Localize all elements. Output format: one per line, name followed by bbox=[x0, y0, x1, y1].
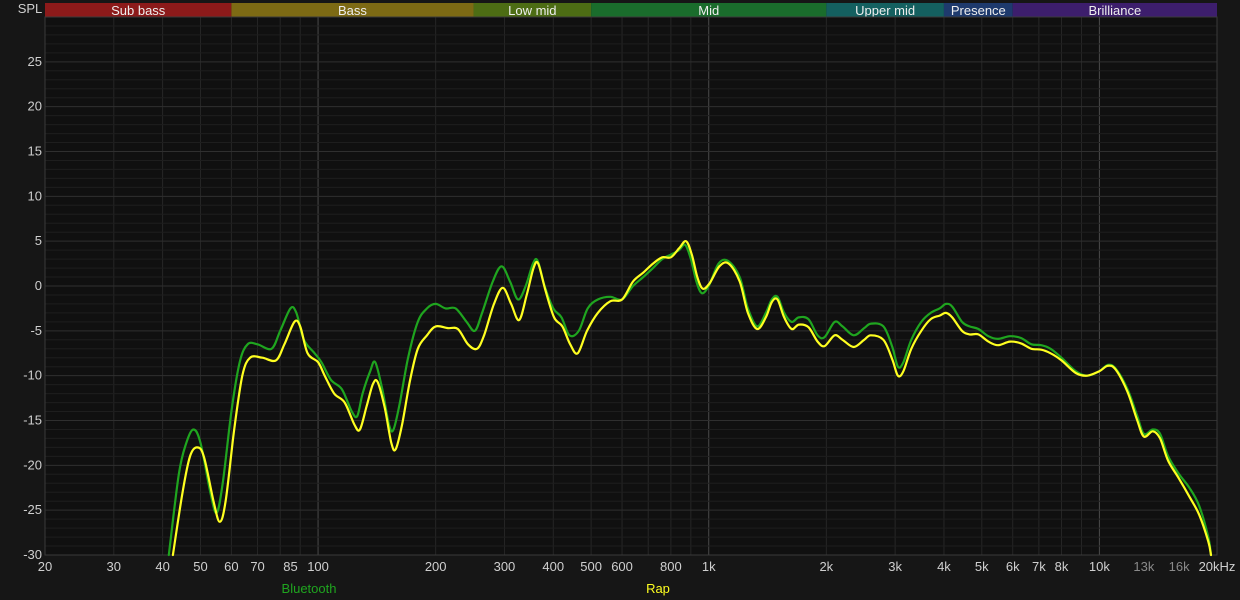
x-tick-label: 400 bbox=[542, 559, 564, 574]
y-tick-label: 10 bbox=[28, 188, 42, 203]
legend-series-rap[interactable]: Rap bbox=[646, 581, 670, 596]
y-axis-ticks: 2520151050-5-10-15-20-25-30 bbox=[23, 54, 42, 562]
x-tick-label: 600 bbox=[611, 559, 633, 574]
x-tick-label: 6k bbox=[1006, 559, 1020, 574]
x-tick-label: 70 bbox=[250, 559, 264, 574]
x-tick-label: 100 bbox=[307, 559, 329, 574]
x-tick-label: 13k bbox=[1133, 559, 1154, 574]
y-tick-label: 15 bbox=[28, 144, 42, 159]
y-tick-label: 25 bbox=[28, 54, 42, 69]
y-tick-label: -5 bbox=[30, 323, 42, 338]
frequency-bands: Sub bass Bass Low mid Mid Upper mid Presence B… bbox=[45, 3, 1217, 18]
y-tick-label: 5 bbox=[35, 233, 42, 248]
x-tick-label: 50 bbox=[193, 559, 207, 574]
x-tick-label: 7k bbox=[1032, 559, 1046, 574]
x-tick-label: 60 bbox=[224, 559, 238, 574]
x-tick-label: 3k bbox=[888, 559, 902, 574]
x-tick-label: 800 bbox=[660, 559, 682, 574]
x-tick-label: 30 bbox=[107, 559, 121, 574]
x-tick-label: 85 bbox=[283, 559, 297, 574]
band-label-upper-mid: Upper mid bbox=[855, 3, 915, 18]
y-tick-label: 0 bbox=[35, 278, 42, 293]
band-label-brilliance: Brilliance bbox=[1088, 3, 1141, 18]
x-tick-label: 16k bbox=[1169, 559, 1190, 574]
x-tick-label: 20 bbox=[38, 559, 52, 574]
band-label-low-mid: Low mid bbox=[508, 3, 556, 18]
x-axis-ticks: 20 30 40 50 60 70 85 100 200 300 400 500 600 800 1k 2k 3… bbox=[38, 559, 1236, 574]
x-tick-label: 500 bbox=[580, 559, 602, 574]
y-tick-label: 20 bbox=[28, 99, 42, 114]
y-tick-label: -25 bbox=[23, 502, 42, 517]
band-label-mid: Mid bbox=[698, 3, 719, 18]
band-label-bass: Bass bbox=[338, 3, 367, 18]
x-tick-label: 300 bbox=[494, 559, 516, 574]
x-tick-label: 200 bbox=[425, 559, 447, 574]
y-tick-label: -20 bbox=[23, 457, 42, 472]
x-tick-label: 40 bbox=[155, 559, 169, 574]
y-axis-label: SPL bbox=[18, 1, 43, 16]
legend-series-bluetooth[interactable]: Bluetooth bbox=[282, 581, 337, 596]
y-tick-label: -10 bbox=[23, 368, 42, 383]
x-tick-label: 4k bbox=[937, 559, 951, 574]
x-tick-label: 20kHz bbox=[1199, 559, 1236, 574]
x-tick-label: 1k bbox=[702, 559, 716, 574]
frequency-response-chart: Sub bass Bass Low mid Mid Upper mid Presence B… bbox=[18, 1, 1236, 596]
x-tick-label: 10k bbox=[1089, 559, 1110, 574]
band-label-sub-bass: Sub bass bbox=[111, 3, 166, 18]
x-tick-label: 8k bbox=[1055, 559, 1069, 574]
y-tick-label: -15 bbox=[23, 413, 42, 428]
x-tick-label: 2k bbox=[819, 559, 833, 574]
band-label-presence: Presence bbox=[951, 3, 1006, 18]
x-tick-label: 5k bbox=[975, 559, 989, 574]
